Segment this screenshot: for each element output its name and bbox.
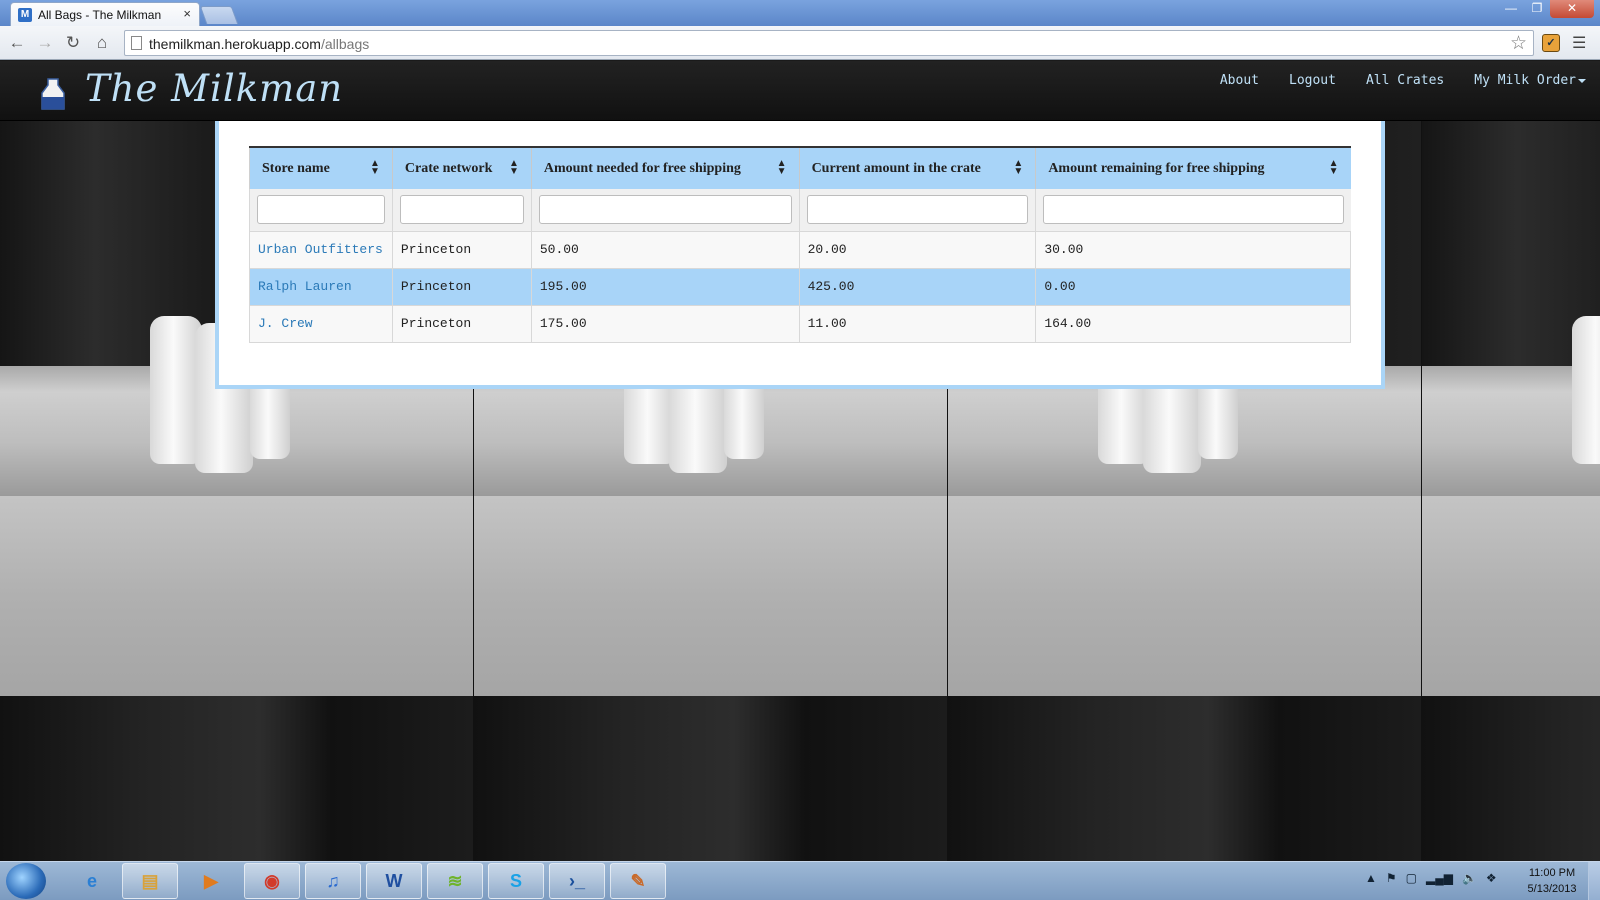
powershell-icon[interactable]: ›_: [549, 863, 605, 899]
extension-icon[interactable]: ✓: [1542, 34, 1560, 52]
system-tray: ▲ ⚑ ▢ ▂▄▆ 🔈 ❖: [1365, 871, 1497, 885]
spotify-icon[interactable]: ≋: [427, 863, 483, 899]
amount-remaining-cell: 0.00: [1035, 268, 1351, 306]
nav-my-milk-order[interactable]: My Milk Order: [1474, 73, 1586, 88]
minimize-button[interactable]: —: [1498, 0, 1524, 18]
amount-remaining-cell: 30.00: [1035, 231, 1351, 269]
window-controls: — ❐ ✕: [1498, 0, 1594, 18]
site-nav: About Logout All Crates My Milk Order: [1220, 73, 1586, 88]
crate-network-cell: Princeton: [391, 268, 532, 306]
network-signal-icon[interactable]: ▂▄▆: [1426, 871, 1453, 885]
store-link[interactable]: Urban Outfitters: [258, 242, 383, 257]
column-header-crate-network[interactable]: Crate network ▲ ▼: [391, 146, 532, 189]
amount-needed-cell: 195.00: [530, 268, 800, 306]
word-icon[interactable]: W: [366, 863, 422, 899]
system-clock[interactable]: 11:00 PM 5/13/2013: [1516, 865, 1588, 897]
forward-arrow-icon[interactable]: →: [34, 32, 56, 54]
action-center-flag-icon[interactable]: ⚑: [1386, 871, 1397, 885]
sort-icon[interactable]: ▲ ▼: [1329, 159, 1339, 177]
file-explorer-icon[interactable]: ▤: [122, 863, 178, 899]
home-icon[interactable]: ⌂: [91, 32, 113, 54]
tab-title: All Bags - The Milkman: [38, 8, 162, 22]
nav-all-crates[interactable]: All Crates: [1366, 73, 1444, 88]
address-bar[interactable]: themilkman.herokuapp.com/allbags ☆: [124, 30, 1534, 56]
site-navbar: The Milkman About Logout All Crates My M…: [0, 61, 1600, 121]
current-amount-cell: 20.00: [798, 231, 1036, 269]
nav-about[interactable]: About: [1220, 73, 1259, 88]
start-button[interactable]: [6, 863, 46, 899]
windows-taskbar: e ▤ ▶ ◉ ♫ W ≋ S ›_ ✎ ▲ ⚑ ▢ ▂▄▆ 🔈 ❖ 11:00 PM 5/13/…: [0, 861, 1600, 900]
column-header-amount-needed[interactable]: Amount needed for free shipping ▲ ▼: [530, 146, 800, 189]
show-desktop-button[interactable]: [1588, 862, 1600, 900]
itunes-icon[interactable]: ♫: [305, 863, 361, 899]
device-icon[interactable]: ▢: [1406, 871, 1417, 885]
amount-needed-cell: 175.00: [530, 305, 800, 343]
media-player-icon[interactable]: ▶: [183, 863, 239, 899]
sort-icon[interactable]: ▲ ▼: [370, 159, 380, 177]
page-viewport: The Milkman About Logout All Crates My M…: [0, 61, 1600, 861]
browser-titlebar: M All Bags - The Milkman × — ❐ ✕: [0, 0, 1600, 26]
sort-icon[interactable]: ▲ ▼: [509, 159, 519, 177]
close-window-button[interactable]: ✕: [1550, 0, 1594, 18]
tray-expand-icon[interactable]: ▲: [1365, 871, 1377, 885]
chrome-icon[interactable]: ◉: [244, 863, 300, 899]
amount-needed-cell: 50.00: [530, 231, 800, 269]
dropdown-caret-icon: [1578, 78, 1586, 83]
table-row[interactable]: Ralph Lauren Princeton 195.00 425.00 0.0…: [249, 268, 1351, 306]
site-brand[interactable]: The Milkman: [85, 67, 343, 110]
paint-icon[interactable]: ✎: [610, 863, 666, 899]
nav-logout[interactable]: Logout: [1289, 73, 1336, 88]
filter-amount-needed-input[interactable]: [538, 195, 792, 225]
new-tab-button[interactable]: [199, 6, 239, 24]
restore-button[interactable]: ❐: [1524, 0, 1550, 18]
column-header-amount-remaining[interactable]: Amount remaining for free shipping ▲ ▼: [1035, 146, 1351, 189]
table-row[interactable]: Urban Outfitters Princeton 50.00 20.00 3…: [249, 231, 1351, 269]
clock-date: 5/13/2013: [1527, 883, 1577, 895]
tab-close-icon[interactable]: ×: [183, 6, 191, 21]
clock-time: 11:00 PM: [1528, 867, 1576, 879]
column-header-store-name[interactable]: Store name ▲ ▼: [249, 146, 393, 189]
filter-amount-remaining-input[interactable]: [1043, 195, 1344, 225]
page-icon: [131, 36, 142, 50]
filter-crate-network-input[interactable]: [399, 195, 524, 225]
browser-tab[interactable]: M All Bags - The Milkman ×: [10, 2, 200, 26]
tab-favicon-icon: M: [18, 8, 32, 22]
store-link[interactable]: Ralph Lauren: [258, 279, 352, 294]
amount-remaining-cell: 164.00: [1035, 305, 1351, 343]
url-text: themilkman.herokuapp.com/allbags: [149, 36, 370, 52]
sort-icon[interactable]: ▲ ▼: [777, 159, 787, 177]
current-amount-cell: 425.00: [798, 268, 1036, 306]
crate-network-cell: Princeton: [391, 231, 532, 269]
store-link[interactable]: J. Crew: [258, 316, 313, 331]
filter-store-name-input[interactable]: [257, 195, 385, 225]
crate-network-cell: Princeton: [391, 305, 532, 343]
dropbox-icon[interactable]: ❖: [1486, 871, 1497, 885]
reload-icon[interactable]: ↻: [62, 32, 84, 54]
column-header-current-amount[interactable]: Current amount in the crate ▲ ▼: [798, 146, 1036, 189]
current-amount-cell: 11.00: [798, 305, 1036, 343]
milk-bottle-logo-icon[interactable]: [38, 77, 68, 111]
volume-icon[interactable]: 🔈: [1462, 871, 1477, 885]
filter-current-amount-input[interactable]: [806, 195, 1029, 225]
sort-icon[interactable]: ▲ ▼: [1013, 159, 1023, 177]
skype-icon[interactable]: S: [488, 863, 544, 899]
browser-toolbar: ← → ↻ ⌂ themilkman.herokuapp.com/allbags…: [0, 26, 1600, 60]
bags-table: Store name ▲ ▼ Crate network ▲ ▼ Amount need…: [249, 146, 1351, 343]
internet-explorer-icon[interactable]: e: [64, 863, 120, 899]
table-row[interactable]: J. Crew Princeton 175.00 11.00 164.00: [249, 305, 1351, 343]
back-arrow-icon[interactable]: ←: [6, 32, 28, 54]
chrome-menu-icon[interactable]: ☰: [1572, 33, 1588, 53]
bags-panel: Store name ▲ ▼ Crate network ▲ ▼ Amount need…: [215, 121, 1385, 389]
bookmark-star-icon[interactable]: ☆: [1510, 32, 1527, 55]
